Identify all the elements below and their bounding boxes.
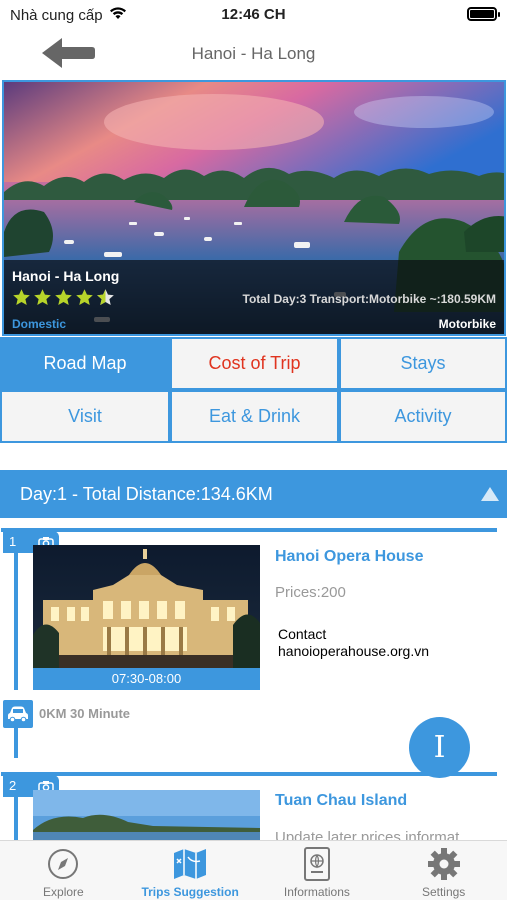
place-name[interactable]: Hanoi Opera House [275, 548, 423, 566]
collapse-triangle-icon[interactable] [481, 487, 499, 501]
map-icon [172, 845, 208, 883]
gear-icon [426, 845, 462, 883]
timeline-divider [1, 772, 497, 776]
place-name[interactable]: Tuan Chau Island [275, 792, 407, 810]
star-icon [55, 289, 72, 306]
opera-house-image [33, 545, 260, 669]
day-section-header[interactable]: Day:1 - Total Distance:134.6KM [0, 470, 507, 518]
place-index-badge: 2 [3, 775, 33, 797]
place-prices: Prices:200 [275, 584, 346, 601]
tab-trips-suggestion[interactable]: Trips Suggestion [127, 841, 254, 900]
status-bar: Nhà cung cấp 12:46 CH [0, 0, 507, 28]
star-icon [34, 289, 51, 306]
car-icon [3, 700, 33, 728]
star-icon [76, 289, 93, 306]
rating-stars [12, 288, 115, 307]
tab-label: Explore [43, 885, 84, 899]
half-star-icon [97, 289, 114, 306]
menu-cost-of-trip[interactable]: Cost of Trip [170, 337, 339, 390]
timeline-line [14, 550, 18, 690]
trip-transport: Motorbike [438, 317, 496, 331]
trip-hero-banner[interactable]: Hanoi - Ha Long Total Day:3 Transport:Mo… [2, 80, 506, 336]
tab-informations[interactable]: Informations [254, 841, 381, 900]
menu-eat-drink[interactable]: Eat & Drink [170, 390, 339, 443]
tab-explore[interactable]: Explore [0, 841, 127, 900]
travel-info: 0KM 30 Minute [39, 706, 131, 721]
trip-menu-grid: Road Map Cost of Trip Stays Visit Eat & … [0, 337, 507, 443]
page-title: Hanoi - Ha Long [191, 44, 316, 63]
clock: 12:46 CH [221, 6, 286, 23]
passport-icon [299, 845, 335, 883]
battery-icon [467, 7, 500, 21]
tuan-chau-image [33, 790, 260, 840]
navigation-bar: Hanoi - Ha Long [0, 28, 507, 78]
timeline-line [14, 728, 18, 758]
trip-summary: Total Day:3 Transport:Motorbike ~:180.59… [242, 292, 497, 306]
timeline-line [14, 794, 18, 840]
tab-label: Informations [283, 885, 350, 899]
menu-visit[interactable]: Visit [0, 390, 170, 443]
menu-road-map[interactable]: Road Map [0, 337, 170, 390]
trip-name: Hanoi - Ha Long [12, 268, 120, 284]
tab-settings[interactable]: Settings [380, 841, 507, 900]
tab-label: Trips Suggestion [141, 885, 239, 899]
contact-website[interactable]: hanoioperahouse.org.vn [278, 643, 429, 660]
tuan-chau-photo[interactable] [33, 790, 260, 840]
star-icon [13, 289, 30, 306]
info-floating-button[interactable]: I [409, 717, 470, 778]
compass-icon [45, 845, 81, 883]
timeline-divider [1, 528, 497, 532]
place-index-badge: 1 [3, 531, 33, 553]
trip-category: Domestic [12, 317, 67, 331]
menu-activity[interactable]: Activity [339, 390, 507, 443]
opera-house-photo[interactable] [33, 545, 260, 669]
tab-label: Settings [421, 885, 466, 899]
tab-bar: Explore Trips Suggestion Informations Se… [0, 840, 507, 900]
visit-time-bar: 07:30-08:00 [33, 668, 260, 690]
contact-label: Contact [278, 626, 327, 642]
place-contact: Contact hanoioperahouse.org.vn [278, 626, 429, 660]
day-header-label: Day:1 - Total Distance:134.6KM [20, 483, 273, 504]
menu-stays[interactable]: Stays [339, 337, 507, 390]
